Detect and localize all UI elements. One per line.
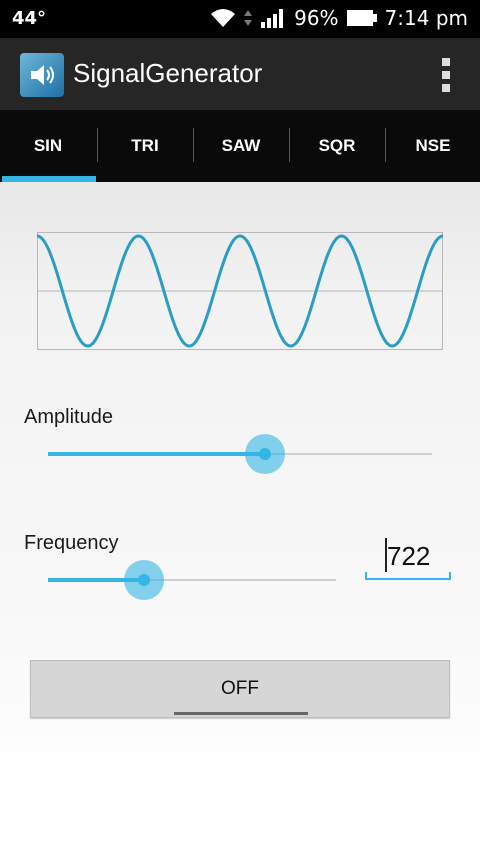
data-arrows-icon (244, 10, 253, 26)
frequency-slider[interactable] (48, 578, 336, 582)
waveform-preview (37, 232, 443, 350)
text-cursor (385, 538, 387, 572)
tab-sqr[interactable]: SQR (289, 110, 385, 182)
amplitude-slider-thumb[interactable] (245, 434, 286, 474)
battery-icon (346, 10, 377, 26)
wifi-icon (211, 9, 236, 27)
weather-temperature: 44° (12, 8, 47, 29)
toggle-label: OFF (221, 678, 259, 699)
app-title: SignalGenerator (73, 58, 263, 88)
toggle-indicator (174, 712, 308, 715)
on-off-toggle-button[interactable]: OFF (30, 660, 450, 718)
amplitude-slider[interactable] (48, 452, 432, 456)
speaker-icon[interactable] (20, 53, 64, 97)
main-content: Amplitude Frequency OFF (0, 182, 480, 854)
clock: 7:14 pm (384, 6, 468, 30)
frequency-label: Frequency (24, 532, 119, 554)
status-bar: 44° 96% 7:14 pm (0, 0, 480, 38)
waveform-tab-bar: SIN TRI SAW SQR NSE (0, 110, 480, 182)
frequency-input[interactable] (365, 534, 451, 580)
battery-percent: 96% (294, 6, 339, 30)
status-icons: 96% 7:14 pm (210, 6, 468, 30)
amplitude-slider-fill (48, 452, 266, 456)
tab-sin[interactable]: SIN (0, 110, 96, 182)
signal-icon (261, 9, 284, 28)
action-bar: SignalGenerator (0, 38, 480, 110)
tab-saw[interactable]: SAW (193, 110, 289, 182)
tab-tri[interactable]: TRI (97, 110, 193, 182)
amplitude-label: Amplitude (24, 406, 113, 428)
overflow-menu-icon[interactable] (440, 58, 452, 92)
frequency-slider-thumb[interactable] (123, 560, 164, 600)
tab-nse[interactable]: NSE (385, 110, 480, 182)
